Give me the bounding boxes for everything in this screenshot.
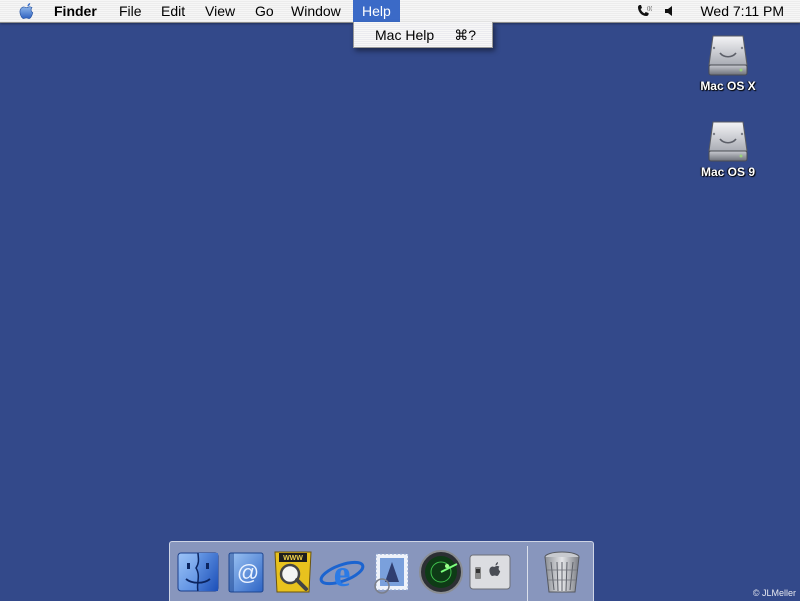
finder-icon[interactable]	[174, 548, 222, 596]
menu-item-mac-help[interactable]: Mac Help ⌘?	[354, 24, 492, 46]
phone-icon[interactable]: (((	[636, 4, 652, 18]
sherlock-icon[interactable]: WWW	[269, 548, 317, 596]
desktop-icon-label: Mac OS 9	[700, 165, 756, 179]
menu-help[interactable]: Help	[353, 0, 400, 22]
mail-icon[interactable]: @	[222, 548, 270, 596]
hard-drive-icon	[708, 121, 748, 162]
svg-text:(((: (((	[647, 6, 652, 12]
desktop-icon-mac-os-x[interactable]: Mac OS X	[688, 33, 768, 93]
menu-clock[interactable]: Wed 7:11 PM	[700, 0, 784, 22]
menu-window[interactable]: Window	[282, 0, 350, 22]
apple-logo-icon	[19, 3, 34, 19]
svg-text:@: @	[237, 560, 259, 585]
mail-stamp-icon[interactable]	[368, 548, 416, 596]
copyright-watermark: © JLMeller	[752, 588, 796, 598]
desktop-icon-mac-os-9[interactable]: Mac OS 9	[688, 119, 768, 179]
menu-view[interactable]: View	[196, 0, 244, 22]
svg-text:e: e	[334, 553, 351, 595]
menu-item-label: Mac Help	[375, 27, 435, 43]
radar-icon[interactable]	[417, 548, 465, 596]
menu-finder[interactable]: Finder	[45, 0, 106, 22]
trash-icon[interactable]	[538, 548, 586, 596]
dock-divider	[527, 546, 528, 601]
svg-text:WWW: WWW	[283, 555, 303, 562]
menu-item-shortcut: ⌘?	[454, 27, 476, 43]
internet-explorer-icon[interactable]: e	[318, 548, 366, 596]
desktop-icon-label: Mac OS X	[700, 79, 756, 93]
system-preferences-icon[interactable]	[466, 548, 514, 596]
menu-edit[interactable]: Edit	[152, 0, 194, 22]
menu-go[interactable]: Go	[246, 0, 283, 22]
help-dropdown-menu: Mac Help ⌘?	[353, 22, 493, 48]
dock: @ WWW e	[169, 541, 594, 601]
hard-drive-icon	[708, 35, 748, 76]
menu-file[interactable]: File	[110, 0, 151, 22]
apple-menu[interactable]	[10, 0, 44, 22]
menu-bar: Finder File Edit View Go Window Help (((…	[0, 0, 800, 23]
volume-icon[interactable]	[664, 5, 676, 17]
